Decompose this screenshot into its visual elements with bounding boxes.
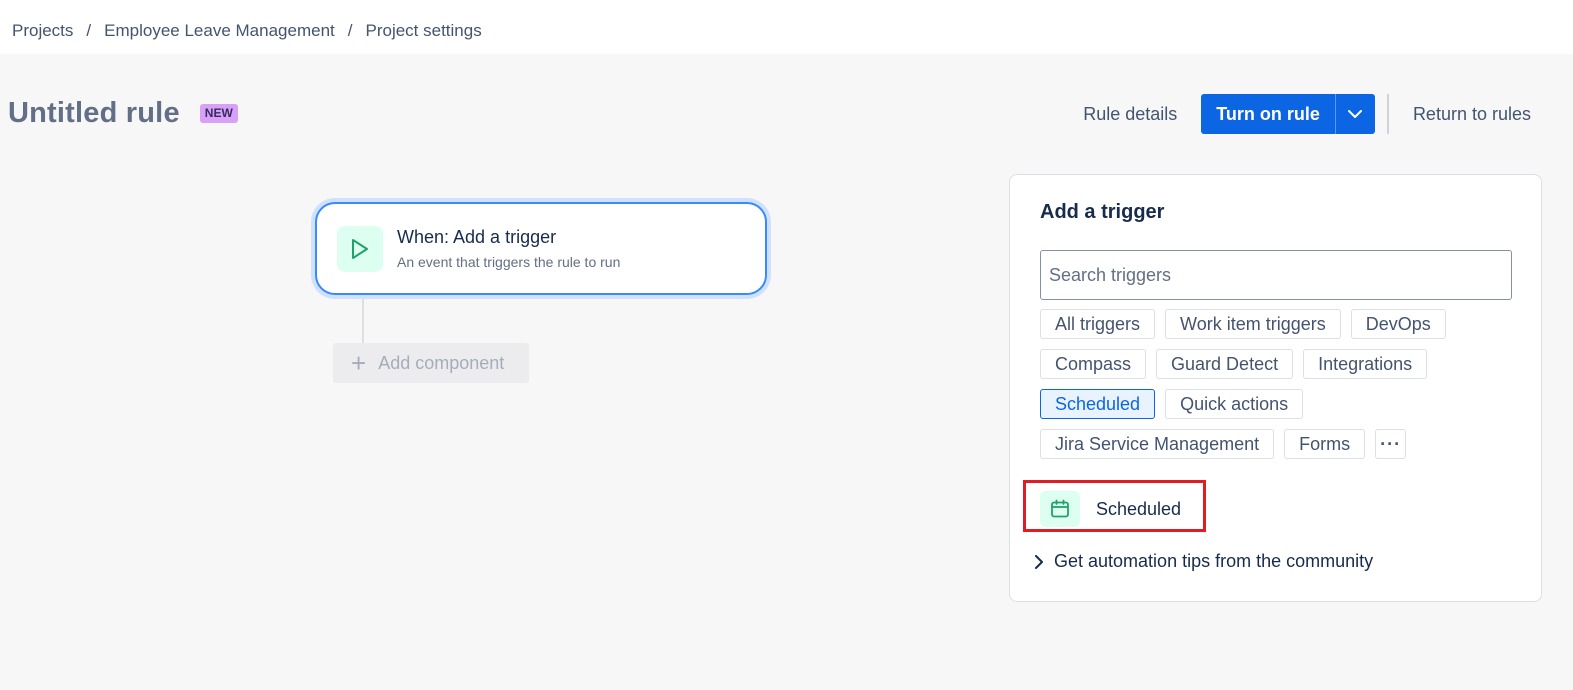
trigger-text: When: Add a trigger An event that trigge… — [397, 227, 620, 270]
breadcrumb-project-settings[interactable]: Project settings — [365, 21, 481, 41]
breadcrumb-separator: / — [347, 21, 353, 40]
automation-tips-label: Get automation tips from the community — [1054, 551, 1374, 571]
calendar-icon — [1040, 491, 1080, 527]
page-title[interactable]: Untitled rule — [8, 97, 180, 130]
panel-title: Add a trigger — [1040, 201, 1165, 223]
chip-forms[interactable]: Forms — [1284, 429, 1366, 459]
rule-details-button[interactable]: Rule details — [1073, 104, 1187, 125]
title-row: Untitled rule NEW — [8, 97, 238, 130]
chip-work-item-triggers[interactable]: Work item triggers — [1165, 309, 1341, 339]
chip-guard-detect[interactable]: Guard Detect — [1156, 349, 1294, 379]
breadcrumb-employee-leave-management[interactable]: Employee Leave Management — [104, 21, 335, 41]
more-options-button[interactable]: ··· — [1375, 429, 1407, 459]
turn-on-rule-button[interactable]: Turn on rule — [1201, 94, 1335, 134]
search-triggers-input[interactable] — [1040, 250, 1512, 300]
chip-quick-actions[interactable]: Quick actions — [1165, 389, 1304, 419]
trigger-title: When: Add a trigger — [397, 227, 557, 247]
chip-jira-service-management[interactable]: Jira Service Management — [1040, 429, 1275, 459]
breadcrumb-separator: / — [86, 21, 92, 40]
trigger-option-scheduled[interactable]: Scheduled — [1040, 491, 1181, 527]
breadcrumb: Projects / Employee Leave Management / P… — [12, 21, 482, 41]
chip-row: Scheduled Quick actions — [1040, 389, 1520, 419]
trigger-option-label: Scheduled — [1096, 498, 1182, 519]
chip-all-triggers[interactable]: All triggers — [1040, 309, 1156, 339]
automation-tips-toggle[interactable]: Get automation tips from the community — [1034, 551, 1373, 572]
chevron-right-icon — [1035, 554, 1043, 569]
play-icon — [337, 225, 383, 272]
chip-scheduled[interactable]: Scheduled — [1040, 389, 1156, 419]
chip-devops[interactable]: DevOps — [1350, 309, 1446, 339]
chip-row: Jira Service Management Forms ··· — [1040, 429, 1520, 459]
breadcrumb-projects[interactable]: Projects — [12, 21, 73, 41]
chip-compass[interactable]: Compass — [1040, 349, 1147, 379]
trigger-subtitle: An event that triggers the rule to run — [397, 254, 621, 270]
plus-icon: + — [351, 348, 367, 378]
chevron-down-icon — [1348, 109, 1363, 118]
trigger-card[interactable]: When: Add a trigger An event that trigge… — [315, 202, 767, 295]
add-trigger-panel: Add a trigger All triggers Work item tri… — [1009, 174, 1542, 602]
header-actions: Rule details Turn on rule Return to rule… — [1073, 94, 1543, 134]
chip-integrations[interactable]: Integrations — [1303, 349, 1428, 379]
chip-row: Compass Guard Detect Integrations — [1040, 349, 1520, 379]
return-to-rules-button[interactable]: Return to rules — [1401, 104, 1543, 125]
chip-row: All triggers Work item triggers DevOps — [1040, 309, 1520, 339]
add-component-button[interactable]: + Add component — [333, 343, 529, 383]
new-badge: NEW — [199, 104, 238, 123]
header-divider — [1386, 94, 1389, 134]
add-component-label: Add component — [378, 352, 505, 373]
turn-on-rule-dropdown[interactable] — [1334, 94, 1375, 134]
connector-line — [362, 297, 364, 343]
top-bar: Projects / Employee Leave Management / P… — [0, 0, 1573, 54]
trigger-category-chips: All triggers Work item triggers DevOps C… — [1040, 309, 1520, 469]
